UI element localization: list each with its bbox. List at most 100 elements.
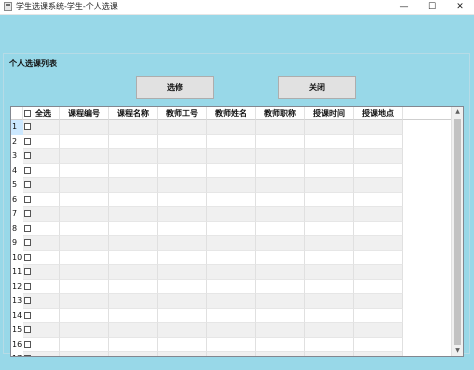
table-cell[interactable]: [305, 323, 354, 338]
row-checkbox[interactable]: [24, 181, 31, 188]
row-checkbox[interactable]: [24, 123, 31, 130]
column-header[interactable]: 授课时间: [305, 107, 354, 120]
table-cell[interactable]: [305, 178, 354, 193]
table-cell[interactable]: [207, 352, 256, 356]
table-row[interactable]: 16: [11, 337, 451, 352]
row-number[interactable]: 4: [11, 164, 23, 179]
table-cell[interactable]: [60, 134, 109, 149]
column-header[interactable]: 教师职称: [256, 107, 305, 120]
row-number[interactable]: 10: [11, 251, 23, 266]
row-checkbox[interactable]: [24, 195, 31, 203]
table-cell[interactable]: [305, 134, 354, 149]
column-header[interactable]: 教师工号: [158, 107, 207, 120]
row-checkbox[interactable]: [24, 210, 31, 217]
header-select-all[interactable]: 全选: [23, 107, 60, 120]
table-cell[interactable]: [305, 192, 354, 207]
table-cell[interactable]: [60, 323, 109, 338]
table-cell[interactable]: [354, 236, 403, 251]
table-row[interactable]: 1: [11, 120, 451, 135]
table-cell[interactable]: [207, 294, 256, 309]
table-cell[interactable]: [109, 323, 158, 338]
table-cell[interactable]: [158, 279, 207, 294]
table-cell[interactable]: [305, 294, 354, 309]
table-cell[interactable]: [256, 323, 305, 338]
row-number[interactable]: 17: [11, 352, 23, 356]
table-cell[interactable]: [109, 207, 158, 222]
table-cell[interactable]: [256, 279, 305, 294]
row-checkbox[interactable]: [24, 253, 31, 261]
table-cell[interactable]: [158, 178, 207, 193]
table-cell[interactable]: [207, 221, 256, 236]
table-cell[interactable]: [60, 221, 109, 236]
title-bar[interactable]: 学生选课系统-学生-个人选课 — ☐ ✕: [0, 0, 474, 15]
table-cell[interactable]: [207, 236, 256, 251]
table-cell[interactable]: [305, 221, 354, 236]
table-cell[interactable]: [109, 265, 158, 280]
table-cell[interactable]: [109, 308, 158, 323]
table-cell[interactable]: [158, 221, 207, 236]
table-row[interactable]: 4: [11, 163, 451, 179]
row-checkbox[interactable]: [24, 282, 31, 290]
course-table[interactable]: 全选 课程编号 课程名称 教师工号 教师姓名 教师职称 授课时间 授课地点 123456789…: [10, 106, 464, 357]
row-number[interactable]: 15: [11, 323, 23, 338]
table-cell[interactable]: [256, 163, 305, 178]
table-cell[interactable]: [158, 337, 207, 352]
table-cell[interactable]: [256, 308, 305, 323]
table-cell[interactable]: [207, 192, 256, 207]
table-cell[interactable]: [158, 308, 207, 323]
table-row[interactable]: 3: [11, 149, 451, 164]
select-course-button[interactable]: 选修: [136, 76, 214, 99]
table-cell[interactable]: [256, 236, 305, 251]
table-cell[interactable]: [158, 323, 207, 338]
table-cell[interactable]: [60, 352, 109, 356]
row-number[interactable]: 11: [11, 265, 23, 280]
scroll-up-icon[interactable]: ▲: [452, 107, 463, 117]
table-cell[interactable]: [60, 265, 109, 280]
table-cell[interactable]: [207, 279, 256, 294]
row-checkbox[interactable]: [24, 268, 31, 275]
table-cell[interactable]: [109, 134, 158, 149]
table-cell[interactable]: [305, 308, 354, 323]
table-cell[interactable]: [60, 149, 109, 164]
table-cell[interactable]: [207, 308, 256, 323]
table-cell[interactable]: [354, 149, 403, 164]
table-cell[interactable]: [158, 192, 207, 207]
column-header[interactable]: 课程名称: [109, 107, 158, 120]
table-cell[interactable]: [354, 265, 403, 280]
table-cell[interactable]: [207, 149, 256, 164]
table-cell[interactable]: [207, 163, 256, 178]
select-all-checkbox[interactable]: [24, 110, 31, 117]
table-row[interactable]: 12: [11, 279, 451, 295]
row-checkbox[interactable]: [24, 166, 31, 174]
scroll-down-icon[interactable]: ▼: [452, 346, 463, 356]
table-cell[interactable]: [158, 352, 207, 356]
table-row[interactable]: 17: [11, 352, 451, 356]
table-cell[interactable]: [109, 352, 158, 356]
table-cell[interactable]: [256, 265, 305, 280]
table-cell[interactable]: [207, 207, 256, 222]
row-checkbox[interactable]: [24, 340, 31, 348]
row-checkbox[interactable]: [24, 137, 31, 145]
table-cell[interactable]: [305, 337, 354, 352]
table-cell[interactable]: [305, 120, 354, 135]
vertical-scrollbar[interactable]: ▲ ▼: [451, 107, 463, 356]
table-cell[interactable]: [207, 337, 256, 352]
table-cell[interactable]: [109, 221, 158, 236]
table-cell[interactable]: [354, 337, 403, 352]
table-cell[interactable]: [109, 236, 158, 251]
row-number[interactable]: 12: [11, 280, 23, 295]
table-cell[interactable]: [60, 236, 109, 251]
table-row[interactable]: 13: [11, 294, 451, 309]
row-number[interactable]: 2: [11, 135, 23, 150]
table-cell[interactable]: [109, 163, 158, 178]
table-row[interactable]: 9: [11, 236, 451, 251]
table-cell[interactable]: [354, 192, 403, 207]
table-cell[interactable]: [305, 279, 354, 294]
table-row[interactable]: 14: [11, 308, 451, 323]
table-cell[interactable]: [354, 294, 403, 309]
table-cell[interactable]: [354, 279, 403, 294]
table-cell[interactable]: [354, 163, 403, 178]
table-cell[interactable]: [158, 149, 207, 164]
table-cell[interactable]: [354, 207, 403, 222]
row-checkbox[interactable]: [24, 297, 31, 304]
